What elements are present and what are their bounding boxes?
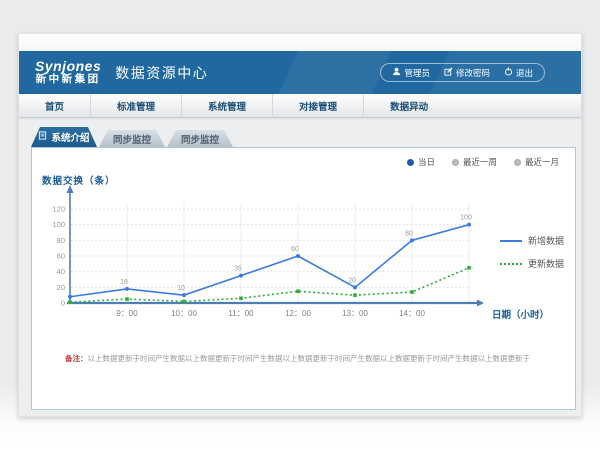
tab-label: 同步监控 — [181, 132, 219, 146]
svg-text:40: 40 — [57, 267, 65, 276]
svg-text:20: 20 — [57, 283, 65, 292]
svg-text:11：00: 11：00 — [228, 309, 254, 318]
x-axis-title: 日期（小时） — [492, 307, 549, 321]
legend-swatch-dotted-line — [500, 263, 522, 265]
y-axis-title: 数据交换（条） — [42, 173, 116, 187]
current-user-button[interactable]: 管理员 — [392, 67, 430, 79]
radio-dot — [514, 159, 521, 166]
nav-item-interface-mgmt[interactable]: 对接管理 — [272, 94, 363, 117]
change-password-button[interactable]: 修改密码 — [444, 67, 490, 79]
range-option-label: 最近一月 — [525, 156, 559, 168]
legend-label: 新增数据 — [528, 234, 564, 247]
logo-text-cn: 新中新集团 — [35, 74, 101, 86]
nav-item-data-change[interactable]: 数据异动 — [363, 94, 454, 117]
svg-text:9：00: 9：00 — [116, 309, 138, 318]
range-option-today[interactable]: 当日 — [407, 156, 435, 168]
window-top-strip — [19, 34, 581, 51]
nav-item-standard-mgmt[interactable]: 标准管理 — [90, 94, 181, 117]
range-option-last-week[interactable]: 最近一周 — [452, 156, 497, 168]
svg-text:120: 120 — [52, 205, 65, 214]
edit-icon — [444, 67, 453, 78]
svg-text:100: 100 — [52, 220, 65, 229]
tab-sync-monitor-1[interactable]: 同步监控 — [99, 130, 165, 147]
time-range-selector: 当日 最近一周 最近一月 — [407, 156, 559, 168]
svg-text:0: 0 — [61, 299, 65, 308]
svg-text:10：00: 10：00 — [171, 309, 197, 318]
user-menu: 管理员 修改密码 退出 — [380, 63, 545, 82]
tab-label: 系统介绍 — [51, 130, 89, 144]
svg-text:80: 80 — [57, 236, 65, 245]
change-password-label: 修改密码 — [456, 67, 490, 79]
line-chart: 0 20 40 60 80 100 120 9：00 10：00 11：00 12：00 13：00 1… — [32, 148, 577, 411]
user-icon — [392, 67, 401, 78]
main-nav: 首页 标准管理 系统管理 对接管理 数据异动 — [19, 94, 581, 118]
logout-label: 退出 — [516, 67, 533, 79]
radio-dot — [452, 159, 459, 166]
tab-label: 同步监控 — [113, 132, 151, 146]
chart-panel: 0 20 40 60 80 100 120 9：00 10：00 11：00 12：00 13：00 1… — [31, 147, 576, 410]
svg-text:12：00: 12：00 — [285, 309, 311, 318]
current-user-label: 管理员 — [404, 67, 430, 79]
footnote-text: 以上数据更新于时间产生数据以上数据更新于时间产生数据以上数据更新于时间产生数据以… — [88, 354, 531, 363]
svg-text:13：00: 13：00 — [342, 309, 368, 318]
svg-text:18: 18 — [120, 279, 128, 286]
legend-swatch-solid-line — [500, 240, 522, 242]
nav-item-system-mgmt[interactable]: 系统管理 — [181, 94, 272, 117]
company-logo: Synjones 新中新集团 — [35, 59, 101, 86]
legend-item-new-data: 新增数据 — [500, 234, 564, 247]
tab-sync-monitor-2[interactable]: 同步监控 — [167, 130, 233, 147]
svg-text:20: 20 — [348, 277, 356, 284]
legend-item-updated-data: 更新数据 — [500, 257, 564, 270]
svg-text:60: 60 — [291, 246, 299, 253]
content-area: 系统介绍 同步监控 同步监控 0 20 40 60 80 100 120 9：00 10：00 1… — [19, 118, 581, 418]
range-option-label: 当日 — [418, 156, 435, 168]
document-icon — [38, 131, 47, 143]
logout-button[interactable]: 退出 — [504, 67, 533, 79]
legend-label: 更新数据 — [528, 257, 564, 270]
svg-text:60: 60 — [57, 252, 65, 261]
page-title: 数据资源中心 — [115, 63, 208, 83]
tab-bar: 系统介绍 同步监控 同步监控 — [31, 127, 233, 147]
svg-text:100: 100 — [460, 215, 472, 222]
range-option-label: 最近一周 — [463, 156, 497, 168]
svg-text:35: 35 — [234, 266, 242, 273]
range-option-last-month[interactable]: 最近一月 — [514, 156, 559, 168]
nav-item-home[interactable]: 首页 — [19, 94, 90, 117]
radio-dot — [407, 159, 414, 166]
svg-text:10: 10 — [177, 285, 185, 292]
svg-text:80: 80 — [405, 230, 413, 237]
power-icon — [504, 67, 513, 78]
app-header: Synjones 新中新集团 数据资源中心 管理员 修改密码 退出 — [19, 51, 581, 94]
footnote-label: 备注： — [65, 354, 88, 363]
chart-legend: 新增数据 更新数据 — [500, 234, 564, 270]
tab-system-intro[interactable]: 系统介绍 — [31, 127, 97, 147]
svg-text:14：00: 14：00 — [399, 309, 425, 318]
footnote: 备注：以上数据更新于时间产生数据以上数据更新于时间产生数据以上数据更新于时间产生… — [65, 353, 530, 364]
app-window: Synjones 新中新集团 数据资源中心 管理员 修改密码 退出 首页 标准管… — [18, 33, 582, 417]
